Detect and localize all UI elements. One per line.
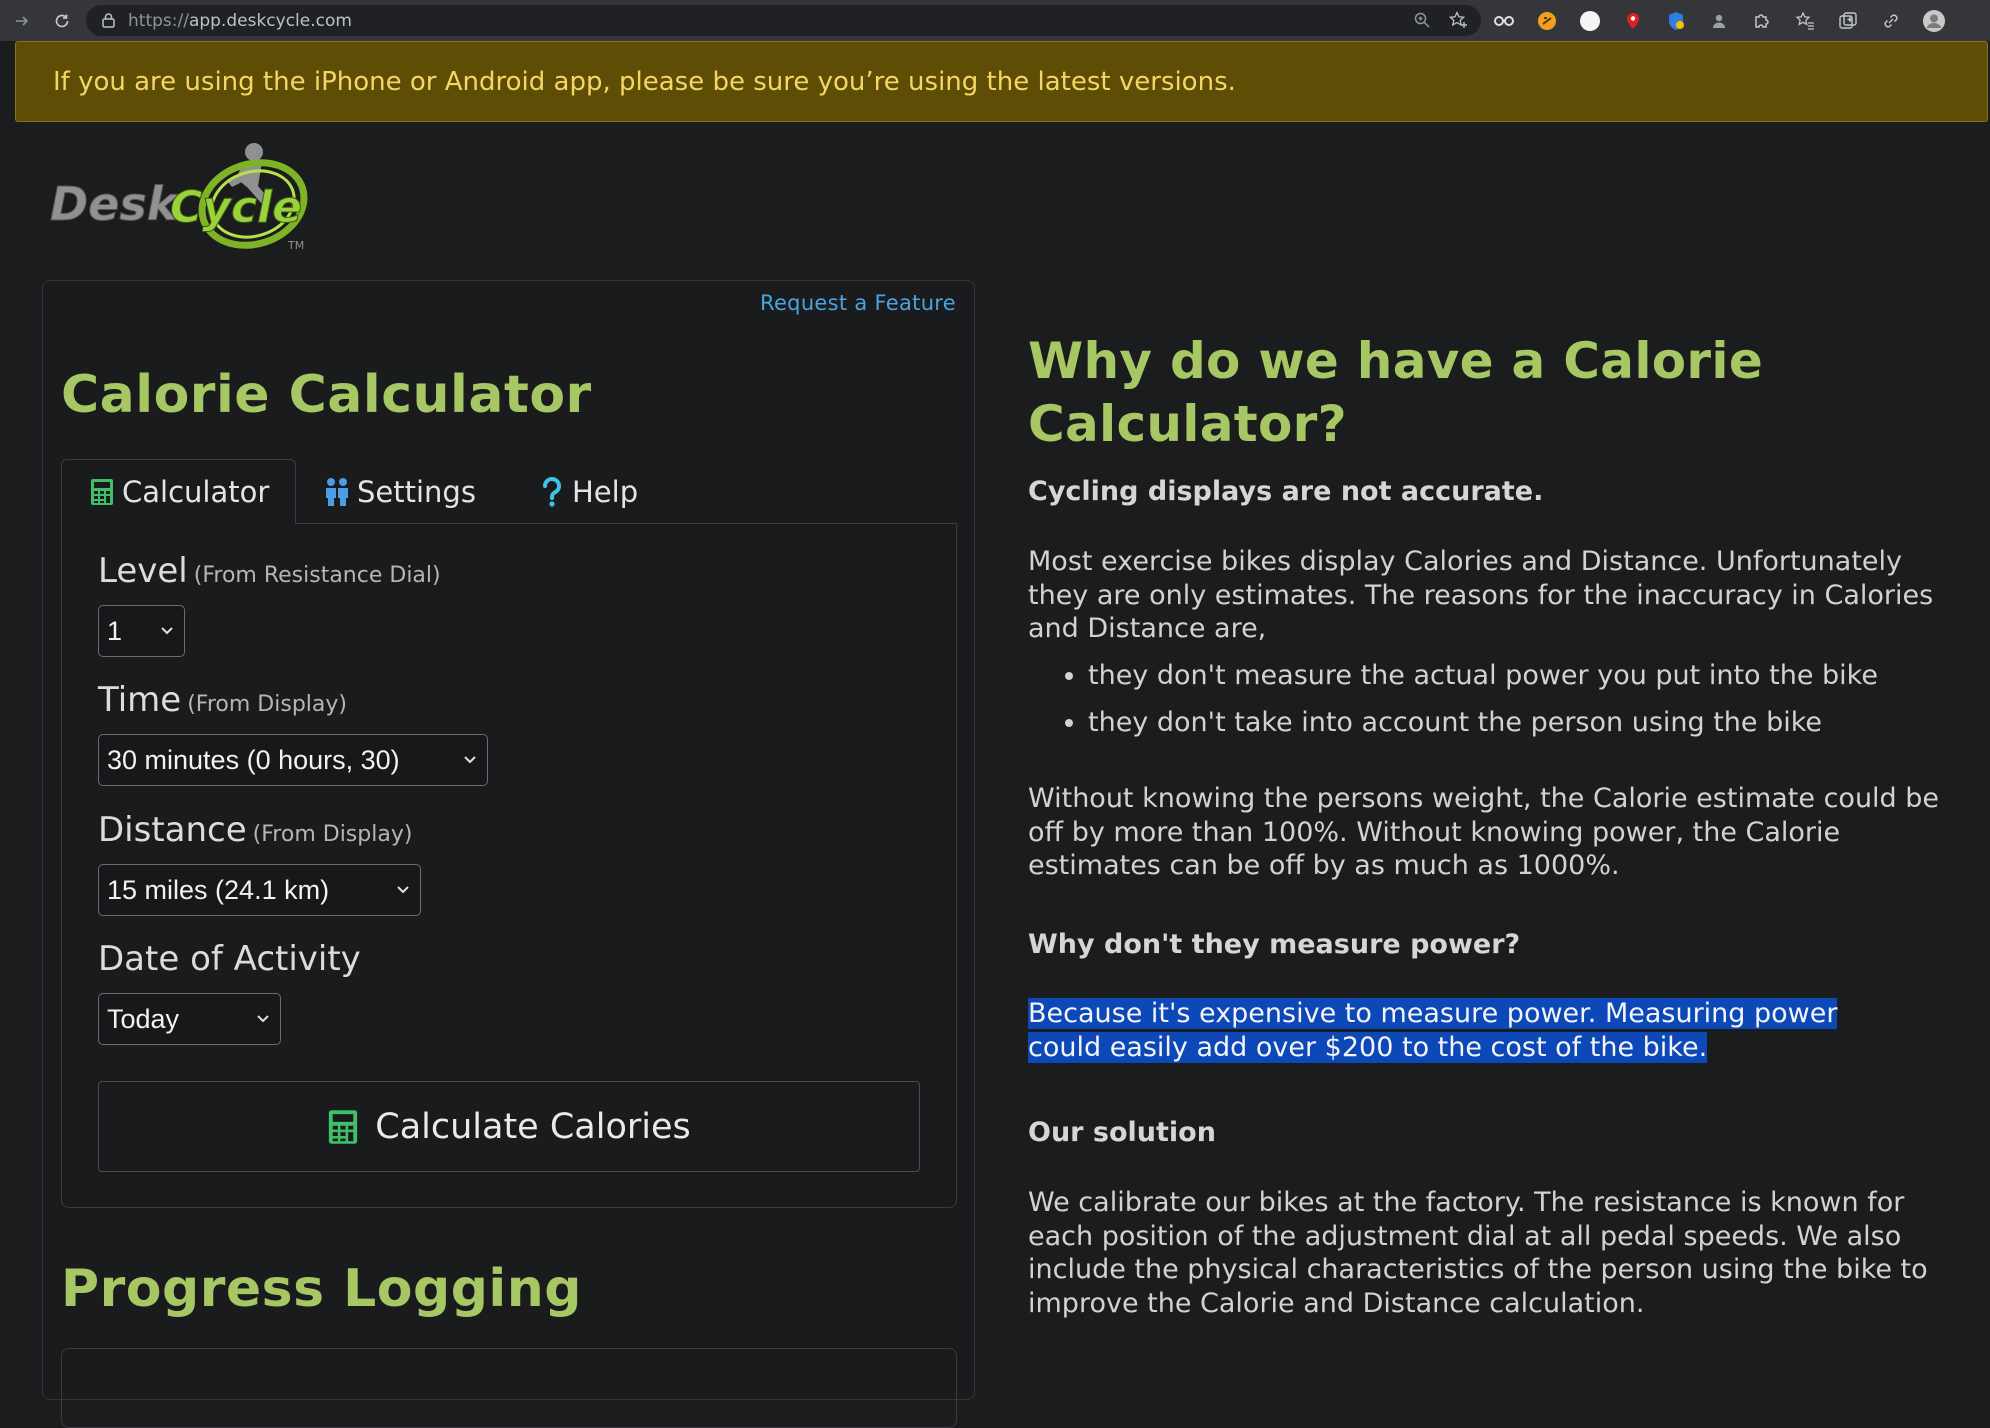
level-select[interactable]: 1 [98, 605, 185, 657]
list-item: they don't measure the actual power you … [1088, 652, 1968, 699]
chevron-down-icon [397, 886, 409, 894]
tab-settings[interactable]: Settings [323, 459, 476, 524]
time-hint: (From Display) [187, 692, 347, 717]
url-text: https://app.deskcycle.com [128, 11, 352, 31]
progress-logging-title: Progress Logging [61, 1259, 582, 1319]
distance-label: Distance (From Display) [98, 810, 412, 850]
chevron-down-icon [161, 627, 173, 635]
level-hint: (From Resistance Dial) [193, 563, 441, 588]
svg-text:Cycle: Cycle [170, 182, 302, 233]
browser-toolbar: https://app.deskcycle.com [0, 0, 1990, 41]
tab-help-label: Help [572, 474, 639, 509]
calculate-calories-button[interactable]: Calculate Calories [98, 1081, 920, 1172]
extension-white-circle-icon[interactable] [1576, 7, 1603, 34]
chevron-down-icon [257, 1015, 269, 1023]
level-label: Level (From Resistance Dial) [98, 551, 441, 591]
calculator-title: Calorie Calculator [61, 365, 592, 425]
deskcycle-logo[interactable]: Desk Cycle TM [48, 138, 318, 256]
calculator-panel: Request a Feature Calorie Calculator Cal… [42, 280, 975, 1428]
svg-text:TM: TM [287, 239, 304, 252]
article-paragraph-intro: Most exercise bikes display Calories and… [1028, 546, 1934, 644]
request-feature-link[interactable]: Request a Feature [760, 291, 956, 315]
calculator-icon [327, 1109, 359, 1145]
article: Why do we have a Calorie Calculator? Cyc… [1028, 330, 1968, 1319]
article-subhead-accuracy: Cycling displays are not accurate. [1028, 476, 1544, 507]
time-value: 30 minutes (0 hours, 30) [107, 744, 400, 775]
calculator-form: Level (From Resistance Dial) 1 Time (From … [61, 523, 957, 1208]
tab-settings-label: Settings [357, 474, 476, 509]
people-icon [323, 477, 351, 507]
chevron-down-icon [464, 756, 476, 764]
reload-icon[interactable] [48, 7, 76, 35]
banner-text: If you are using the iPhone or Android a… [53, 66, 1236, 97]
question-icon [538, 476, 566, 507]
url-host: app.deskcycle.com [188, 10, 352, 31]
level-value: 1 [107, 615, 123, 646]
extensions-puzzle-icon[interactable] [1748, 7, 1775, 34]
article-title: Why do we have a Calorie Calculator? [1028, 332, 1764, 453]
favorites-icon[interactable] [1791, 7, 1818, 34]
date-label-text: Date of Activity [98, 939, 361, 979]
article-paragraph-solution: We calibrate our bikes at the factory. T… [1028, 1187, 1928, 1319]
level-label-text: Level [98, 551, 188, 591]
progress-logging-panel [61, 1348, 957, 1428]
calculate-button-label: Calculate Calories [375, 1106, 691, 1147]
forward-icon[interactable] [8, 7, 36, 35]
svg-text:Desk: Desk [50, 177, 180, 231]
article-subhead-solution: Our solution [1028, 1117, 1216, 1148]
distance-value: 15 miles (24.1 km) [107, 874, 330, 905]
distance-hint: (From Display) [252, 822, 413, 847]
favorite-add-icon[interactable] [1448, 10, 1469, 33]
distance-select[interactable]: 15 miles (24.1 km) [98, 864, 421, 916]
time-select[interactable]: 30 minutes (0 hours, 30) [98, 734, 488, 786]
article-bullet-list: they don't measure the actual power you … [1028, 652, 1968, 746]
extension-glasses-icon[interactable] [1490, 7, 1517, 34]
zoom-icon[interactable] [1413, 11, 1431, 33]
distance-label-text: Distance [98, 810, 247, 850]
tab-calculator[interactable]: Calculator [61, 459, 296, 524]
extension-orange-icon[interactable] [1533, 7, 1560, 34]
lock-icon [100, 13, 116, 29]
time-label: Time (From Display) [98, 680, 347, 720]
calculator-icon [88, 477, 116, 507]
extension-gray-icon[interactable] [1705, 7, 1732, 34]
tab-help[interactable]: Help [538, 459, 638, 524]
url-scheme: https:// [128, 10, 189, 31]
tab-calculator-label: Calculator [122, 474, 270, 509]
date-select[interactable]: Today [98, 993, 281, 1045]
article-paragraph-power: Because it's expensive to measure power.… [1028, 997, 1888, 1064]
date-value: Today [107, 1003, 180, 1034]
update-notice-banner: If you are using the iPhone or Android a… [15, 41, 1988, 122]
address-bar[interactable]: https://app.deskcycle.com [86, 5, 1481, 36]
time-label-text: Time [98, 680, 182, 720]
article-paragraph-estimate: Without knowing the persons weight, the … [1028, 783, 1940, 881]
date-label: Date of Activity [98, 939, 361, 979]
selected-text: Because it's expensive to measure power.… [1028, 998, 1838, 1063]
share-link-icon[interactable] [1877, 7, 1904, 34]
profile-avatar-icon[interactable] [1920, 7, 1947, 34]
collections-icon[interactable] [1834, 7, 1861, 34]
article-subhead-power: Why don't they measure power? [1028, 929, 1521, 960]
list-item: they don't take into account the person … [1088, 699, 1968, 746]
calculator-tabs: Calculator Settings Help [61, 459, 957, 524]
extension-blue-shield-icon[interactable] [1662, 7, 1689, 34]
extension-red-pin-icon[interactable] [1619, 7, 1646, 34]
